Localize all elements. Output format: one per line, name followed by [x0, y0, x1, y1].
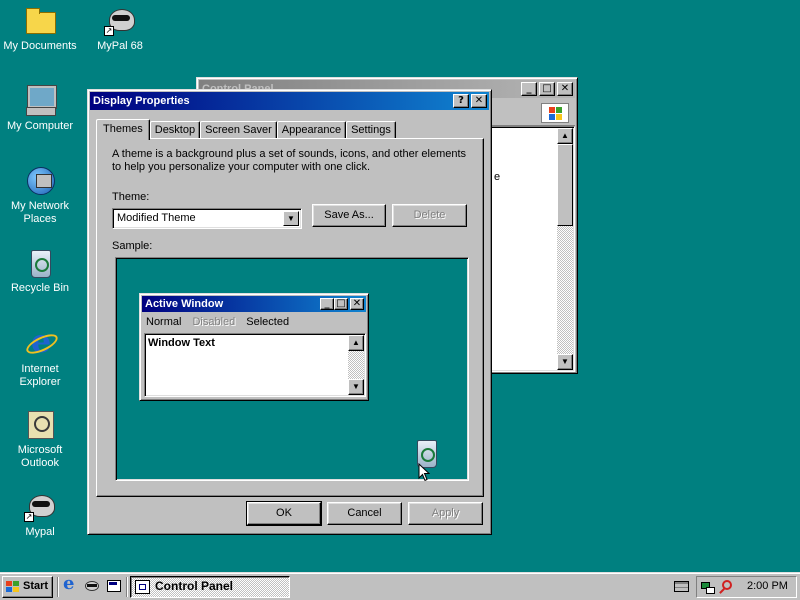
- mouse-cursor-icon: [418, 463, 430, 482]
- raccoon-quick-launch-icon[interactable]: [84, 578, 100, 594]
- help-button[interactable]: ?: [453, 94, 469, 108]
- network-icon: [24, 164, 56, 196]
- raccoon-icon: ↗: [104, 4, 136, 36]
- desktop-icon-recycle-bin[interactable]: Recycle Bin: [0, 246, 82, 295]
- desktop-icon-label: My Network Places: [10, 200, 70, 225]
- close-icon: ✕: [350, 298, 364, 310]
- start-button[interactable]: Start: [2, 576, 53, 598]
- theme-description: A theme is a background plus a set of so…: [112, 148, 467, 173]
- recycle-bin-icon: [24, 246, 56, 278]
- tab-settings[interactable]: Settings: [346, 121, 396, 139]
- sample-scroll-up-icon: ▲: [348, 335, 364, 351]
- sample-titlebar: Active Window _ □ ✕: [142, 296, 366, 312]
- scroll-up-button[interactable]: ▲: [557, 128, 573, 144]
- taskbar-button-control-panel[interactable]: Control Panel: [130, 576, 290, 598]
- outlook-icon: [24, 408, 56, 440]
- tab-desktop[interactable]: Desktop: [149, 121, 201, 139]
- theme-sample-preview: Active Window _ □ ✕ Normal Disabled Sele…: [115, 257, 469, 482]
- desktop-icon-label: MyPal 68: [97, 40, 143, 52]
- desktop-icon-my-network-places[interactable]: My Network Places: [0, 164, 82, 226]
- sample-label: Sample:: [112, 240, 153, 252]
- close-button[interactable]: ✕: [557, 82, 573, 96]
- cancel-button[interactable]: Cancel: [327, 502, 402, 525]
- ie-quick-launch-icon[interactable]: e: [62, 573, 78, 594]
- maximize-icon: □: [334, 298, 348, 310]
- sample-menu-bar: Normal Disabled Selected: [146, 316, 289, 328]
- theme-select-value: Modified Theme: [117, 212, 196, 224]
- desktop-icon-microsoft-outlook[interactable]: Microsoft Outlook: [0, 408, 82, 470]
- maximize-button[interactable]: □: [539, 82, 555, 96]
- sample-active-window: Active Window _ □ ✕ Normal Disabled Sele…: [139, 293, 369, 401]
- clock[interactable]: 2:00 PM: [747, 580, 788, 592]
- tab-appearance[interactable]: Appearance: [276, 121, 347, 139]
- tab-themes[interactable]: Themes: [96, 119, 150, 140]
- desktop-icon-label: Internet Explorer: [19, 363, 61, 388]
- desktop-icon-my-computer[interactable]: My Computer: [0, 84, 82, 133]
- system-tray: 2:00 PM: [696, 576, 797, 598]
- raccoon-icon: ↗: [24, 490, 56, 522]
- window-title: Display Properties: [93, 95, 190, 107]
- apply-button: Apply: [408, 502, 483, 525]
- network-tray-icon[interactable]: [701, 580, 715, 594]
- sample-menu-disabled: Disabled: [192, 316, 236, 328]
- ie-icon: [24, 325, 56, 359]
- ok-button[interactable]: OK: [246, 501, 322, 526]
- taskbar: Start e Control Panel 2:00 PM: [0, 572, 800, 600]
- show-desktop-icon[interactable]: [106, 578, 122, 594]
- windows-logo-icon: [6, 581, 20, 593]
- folder-icon: [24, 4, 56, 36]
- desktop-icon-mypal-68[interactable]: ↗ MyPal 68: [78, 4, 162, 53]
- keyboard-icon[interactable]: [674, 581, 689, 592]
- list-item-fragment: e: [494, 171, 501, 183]
- windows-logo-icon: [541, 103, 569, 123]
- sample-window-text: Window Text: [148, 337, 215, 349]
- sample-window-title: Active Window: [145, 298, 224, 310]
- computer-icon: [24, 84, 56, 116]
- theme-label: Theme:: [112, 191, 150, 203]
- sample-menu-normal: Normal: [146, 316, 182, 328]
- scroll-down-button[interactable]: ▼: [557, 354, 573, 370]
- display-properties-dialog[interactable]: Display Properties ? ✕ Themes Desktop Sc…: [87, 89, 492, 535]
- tab-strip: Themes Desktop Screen Saver Appearance S…: [96, 119, 396, 140]
- tab-screen-saver[interactable]: Screen Saver: [200, 121, 277, 139]
- minimize-icon: _: [320, 298, 334, 310]
- sample-window-text-area: Window Text ▲ ▼: [144, 333, 366, 397]
- sample-menu-selected: Selected: [246, 316, 290, 328]
- save-as-button[interactable]: Save As...: [312, 204, 386, 227]
- sample-scroll-down-icon: ▼: [348, 379, 364, 395]
- desktop-icon-label: Recycle Bin: [10, 282, 70, 294]
- desktop-icon-my-documents[interactable]: My Documents: [0, 4, 82, 53]
- task-separator: [126, 577, 128, 597]
- delete-button: Delete: [392, 204, 467, 227]
- control-panel-icon: [135, 580, 150, 594]
- desktop-icon-label: Microsoft Outlook: [17, 444, 63, 469]
- desktop-icon-internet-explorer[interactable]: Internet Explorer: [0, 325, 82, 389]
- quick-launch-separator: [57, 577, 59, 597]
- control-panel-content[interactable]: e ▲ ▼: [489, 126, 575, 372]
- desktop-icon-label: My Documents: [3, 40, 77, 52]
- display-properties-titlebar[interactable]: Display Properties ? ✕: [90, 92, 489, 110]
- desktop-icon-mypal[interactable]: ↗ Mypal: [0, 490, 82, 539]
- theme-select[interactable]: Modified Theme ▼: [112, 208, 302, 229]
- start-label: Start: [23, 580, 49, 592]
- desktop-icon-label: My Computer: [6, 120, 74, 132]
- shortcut-arrow-icon: ↗: [104, 26, 114, 36]
- desktop-icon-label: Mypal: [25, 526, 55, 538]
- shortcut-arrow-icon: ↗: [24, 512, 34, 522]
- taskbar-button-label: Control Panel: [155, 579, 234, 593]
- minimize-button[interactable]: _: [521, 82, 537, 96]
- scroll-thumb[interactable]: [557, 144, 573, 226]
- chevron-down-icon[interactable]: ▼: [283, 211, 299, 226]
- search-tray-icon[interactable]: [719, 580, 733, 594]
- close-button[interactable]: ✕: [471, 94, 487, 108]
